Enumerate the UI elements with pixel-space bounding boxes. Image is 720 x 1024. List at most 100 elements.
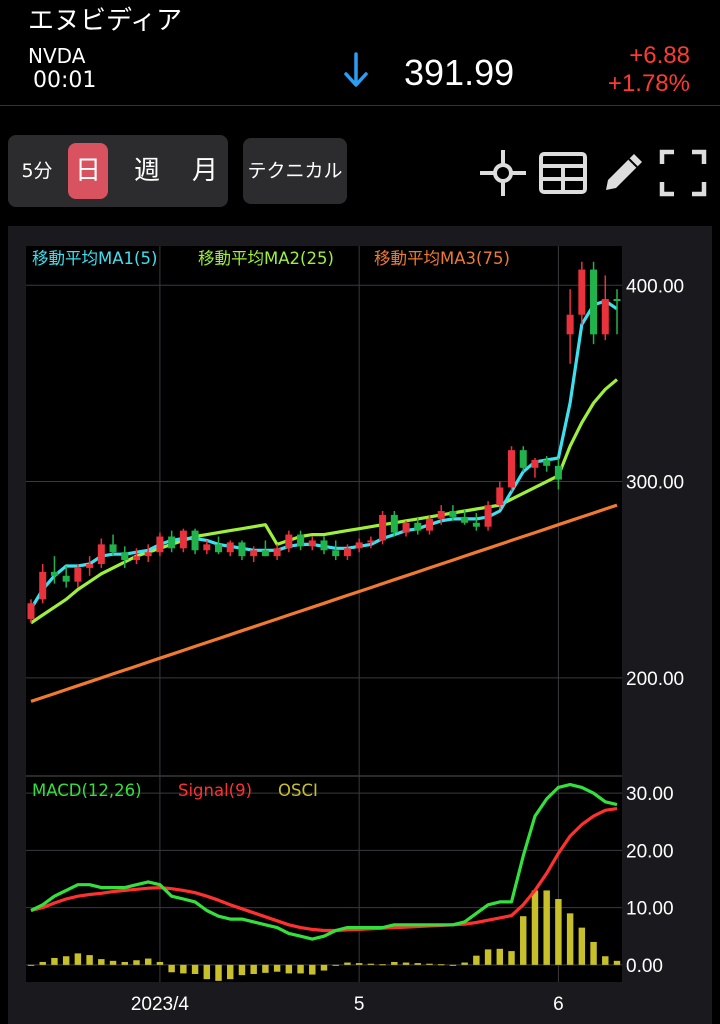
macd-axis-label: 20.00 xyxy=(626,841,674,862)
pencil-icon[interactable] xyxy=(598,148,648,198)
candle-body xyxy=(168,536,176,549)
candle-body xyxy=(156,536,164,553)
quote-time: 00:01 xyxy=(33,68,97,93)
candle-body xyxy=(320,540,328,551)
osci-bar xyxy=(250,964,257,974)
period-week-button[interactable]: 週 xyxy=(120,135,174,207)
macd-legend-label: MACD(12,26) xyxy=(32,781,142,800)
current-price: 391.99 xyxy=(404,52,515,93)
osci-bar xyxy=(39,961,46,965)
osci-bar xyxy=(449,964,457,966)
candle-body xyxy=(285,534,293,549)
candle-body xyxy=(461,516,469,523)
osci-bar xyxy=(98,959,105,965)
crosshair-icon[interactable] xyxy=(478,148,528,198)
fullscreen-icon[interactable] xyxy=(658,148,708,198)
osci-bar xyxy=(496,948,504,965)
candle-body xyxy=(179,530,187,549)
osci-bar xyxy=(121,961,128,965)
grid-layout-icon[interactable] xyxy=(538,148,588,198)
candle-body xyxy=(215,544,223,553)
candle-body xyxy=(132,556,140,561)
candle-body xyxy=(74,567,82,582)
candle-body xyxy=(496,487,504,506)
candle-body xyxy=(62,575,70,582)
osci-bar xyxy=(437,964,445,966)
change-amount: +6.88 xyxy=(629,42,690,69)
candle-body xyxy=(355,542,363,549)
candle-body xyxy=(109,544,117,553)
osci-bar xyxy=(531,890,539,965)
period-month-button[interactable]: 月 xyxy=(178,135,232,207)
osci-bar xyxy=(461,962,468,965)
candle-body xyxy=(297,534,305,547)
osci-bar xyxy=(133,960,140,965)
candle-body xyxy=(191,530,199,551)
osci-bar xyxy=(144,958,152,965)
quote-header: エヌビディア NVDA 00:01 391.99 +6.88 +1.78% xyxy=(0,0,720,106)
candle-body xyxy=(86,564,94,568)
osci-bar xyxy=(215,964,222,981)
stock-chart[interactable]: 200.00 300.00 400.00 0.00 10.00 20.00 30.00 移動平… xyxy=(8,226,712,1024)
osci-bar xyxy=(156,961,164,965)
osci-bar xyxy=(379,964,386,966)
macd-axis-label: 10.00 xyxy=(626,899,674,920)
candle-body xyxy=(472,522,480,527)
chart-panel[interactable]: 200.00 300.00 400.00 0.00 10.00 20.00 30.00 移動平… xyxy=(8,226,712,1024)
candle-body xyxy=(543,459,551,466)
ticker-symbol: NVDA xyxy=(28,44,86,68)
candle-body xyxy=(508,450,516,488)
osci-bar xyxy=(238,964,246,976)
candle-body xyxy=(578,269,586,315)
ma-legend-label: 移動平均MA1(5) xyxy=(32,249,157,268)
osci-bar xyxy=(62,956,70,965)
osci-bar xyxy=(320,964,328,971)
price-plot-area xyxy=(26,246,622,776)
candle-body xyxy=(590,269,598,335)
candle-body xyxy=(613,299,621,301)
x-axis-label: 5 xyxy=(354,994,365,1015)
osci-bar xyxy=(543,890,550,965)
period-day-button[interactable]: 日 xyxy=(68,143,108,199)
osci-bar xyxy=(473,955,480,965)
candle-body xyxy=(144,552,152,557)
candle-body xyxy=(437,511,445,519)
candle-body xyxy=(379,514,387,541)
osci-bar xyxy=(180,964,187,974)
candle-body xyxy=(531,459,539,468)
osci-bar xyxy=(367,963,375,965)
down-arrow-icon xyxy=(344,52,368,87)
candle-body xyxy=(566,314,574,335)
candle-body xyxy=(27,603,35,619)
chart-toolbar: 5分 日 週 月 テクニカル xyxy=(0,130,720,212)
price-change: +6.88 +1.78% xyxy=(608,42,690,98)
candle-body xyxy=(250,550,258,557)
osci-bar xyxy=(508,951,515,965)
technical-button[interactable]: テクニカル xyxy=(243,138,347,204)
ma-legend-label: 移動平均MA2(25) xyxy=(198,249,334,268)
osci-bar xyxy=(555,899,562,965)
candle-body xyxy=(601,299,609,335)
osci-bar xyxy=(391,961,398,965)
osci-bar xyxy=(402,962,410,965)
osci-bar xyxy=(27,964,35,966)
osci-bar xyxy=(86,955,93,965)
period-5min-button[interactable]: 5分 xyxy=(8,135,66,207)
osci-bar xyxy=(309,964,316,975)
candle-body xyxy=(226,542,234,553)
osci-bar xyxy=(426,963,433,965)
osci-bar xyxy=(203,964,211,980)
price-axis-label: 200.00 xyxy=(626,669,684,690)
osci-bar xyxy=(520,916,527,965)
candle-body xyxy=(238,542,246,557)
macd-legend-label: Signal(9) xyxy=(178,781,252,800)
candle-body xyxy=(425,518,433,531)
candle-body xyxy=(402,522,410,533)
price-axis-label: 400.00 xyxy=(626,276,684,297)
osci-bar xyxy=(590,941,597,965)
osci-bar xyxy=(344,962,351,965)
period-selector: 5分 日 週 月 xyxy=(8,135,228,207)
osci-bar xyxy=(332,964,339,966)
x-axis-label: 2023/4 xyxy=(131,994,190,1015)
osci-bar xyxy=(602,956,609,965)
